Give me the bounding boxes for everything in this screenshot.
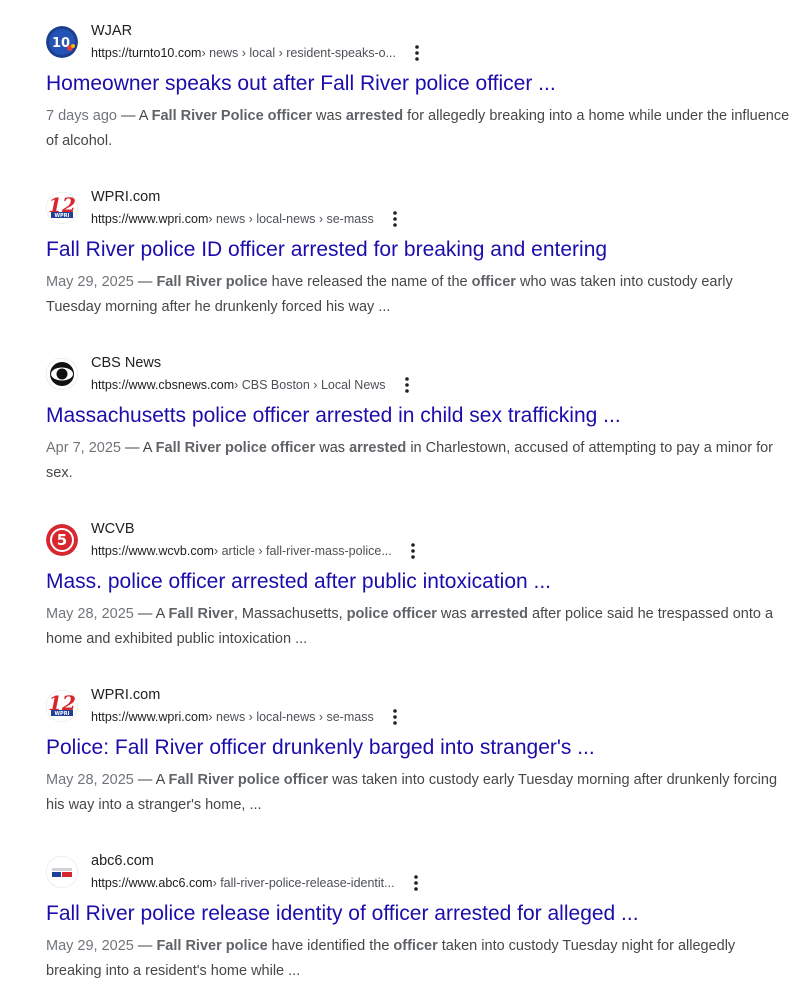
snippet-keyword: officer (393, 938, 438, 954)
wpri-12-icon: 12 WPRI (46, 690, 78, 722)
snippet-text: — A Fall River police officer was taken … (46, 772, 777, 813)
snippet-run: — A (133, 606, 169, 622)
result-source[interactable]: 12 WPRI WPRI.com https://www.wpri.com › … (46, 188, 790, 232)
site-name: WJAR (91, 23, 133, 39)
snippet-keyword: Fall River Police officer (151, 108, 312, 124)
snippet-keyword: Fall River police (156, 274, 268, 290)
site-name: CBS News (91, 355, 162, 371)
result-date: May 29, 2025 (46, 274, 134, 290)
snippet-run: — A (120, 440, 156, 456)
svg-text:WPRI: WPRI (55, 711, 70, 717)
snippet-keyword: Fall River police (156, 938, 268, 954)
url-domain: https://www.wcvb.com (91, 544, 214, 558)
search-result: abc6.com https://www.abc6.com › fall-riv… (46, 852, 790, 984)
url-path: › news › local-news › se-mass (208, 710, 374, 724)
more-options-icon[interactable] (388, 210, 402, 228)
result-source[interactable]: 10 WJAR https://turnto10.com › news › lo… (46, 22, 790, 66)
url-path: › fall-river-police-release-identit... (212, 876, 395, 890)
abc6-icon (46, 856, 78, 888)
result-source[interactable]: 12 WPRI WPRI.com https://www.wpri.com › … (46, 686, 790, 730)
url-path: › CBS Boston › Local News (234, 378, 386, 392)
snippet-run: have released the name of the (267, 274, 472, 290)
search-result: 12 WPRI WPRI.com https://www.wpri.com › … (46, 686, 790, 818)
snippet-run: was (315, 440, 350, 456)
url-domain: https://www.cbsnews.com (91, 378, 235, 392)
snippet-run: — A (133, 772, 169, 788)
snippet-keyword: Fall River (168, 606, 234, 622)
more-options-icon[interactable] (406, 542, 420, 560)
result-date: 7 days ago (46, 108, 117, 124)
result-url: https://www.wpri.com › news › local-news… (91, 708, 402, 726)
snippet-keyword: officer (471, 274, 516, 290)
site-name: WCVB (91, 521, 135, 537)
result-source[interactable]: CBS News https://www.cbsnews.com › CBS B… (46, 354, 790, 398)
search-result: CBS News https://www.cbsnews.com › CBS B… (46, 354, 790, 486)
result-source[interactable]: 5 WCVB https://www.wcvb.com › article › … (46, 520, 790, 564)
result-url: https://www.abc6.com › fall-river-police… (91, 874, 423, 892)
url-domain: https://www.wpri.com (91, 710, 209, 724)
result-snippet: May 29, 2025 — Fall River police have re… (46, 270, 790, 320)
result-url: https://www.wcvb.com › article › fall-ri… (91, 542, 420, 560)
snippet-run: have identified the (267, 938, 394, 954)
snippet-run: , Massachusetts, (233, 606, 347, 622)
result-title-link[interactable]: Fall River police release identity of of… (46, 900, 790, 928)
result-snippet: May 29, 2025 — Fall River police have id… (46, 934, 790, 984)
result-date: May 28, 2025 (46, 772, 134, 788)
snippet-keyword: Fall River police officer (155, 440, 316, 456)
result-url: https://www.cbsnews.com › CBS Boston › L… (91, 376, 414, 394)
result-source[interactable]: abc6.com https://www.abc6.com › fall-riv… (46, 852, 790, 896)
url-domain: https://turnto10.com (91, 46, 202, 60)
snippet-run: — A (116, 108, 152, 124)
result-date: May 29, 2025 (46, 938, 134, 954)
snippet-run: was (436, 606, 471, 622)
snippet-run: — (133, 938, 157, 954)
snippet-keyword: arrested (349, 440, 407, 456)
more-options-icon[interactable] (410, 44, 424, 62)
more-options-icon[interactable] (409, 874, 423, 892)
url-path: › news › local › resident-speaks-o... (201, 46, 396, 60)
snippet-run: — (133, 274, 157, 290)
wcvb-5-icon: 5 (46, 524, 78, 556)
result-url: https://www.wpri.com › news › local-news… (91, 210, 402, 228)
search-result: 5 WCVB https://www.wcvb.com › article › … (46, 520, 790, 652)
site-name: WPRI.com (91, 687, 161, 703)
snippet-text: — A Fall River, Massachusetts, police of… (46, 606, 773, 647)
result-url: https://turnto10.com › news › local › re… (91, 44, 424, 62)
url-domain: https://www.abc6.com (91, 876, 213, 890)
wpri-12-icon: 12 WPRI (46, 192, 78, 224)
result-title-link[interactable]: Homeowner speaks out after Fall River po… (46, 70, 790, 98)
result-date: Apr 7, 2025 (46, 440, 121, 456)
url-path: › news › local-news › se-mass (208, 212, 374, 226)
svg-text:5: 5 (57, 531, 67, 549)
snippet-text: — Fall River police have identified the … (46, 938, 735, 979)
result-title-link[interactable]: Fall River police ID officer arrested fo… (46, 236, 790, 264)
search-result: 10 WJAR https://turnto10.com › news › lo… (46, 22, 790, 154)
cbs-eye-icon (46, 358, 78, 390)
site-name: abc6.com (91, 853, 154, 869)
snippet-text: — A Fall River police officer was arrest… (46, 440, 773, 481)
more-options-icon[interactable] (388, 708, 402, 726)
snippet-keyword: arrested (345, 108, 404, 124)
snippet-keyword: Fall River police officer (168, 772, 329, 788)
result-title-link[interactable]: Mass. police officer arrested after publ… (46, 568, 790, 596)
result-date: May 28, 2025 (46, 606, 134, 622)
search-result: 12 WPRI WPRI.com https://www.wpri.com › … (46, 188, 790, 320)
result-snippet: Apr 7, 2025 — A Fall River police office… (46, 436, 790, 486)
url-path: › article › fall-river-mass-police... (213, 544, 392, 558)
snippet-run: was (312, 108, 346, 124)
site-name: WPRI.com (91, 189, 161, 205)
snippet-text: — Fall River police have released the na… (46, 274, 733, 315)
result-snippet: 7 days ago — A Fall River Police officer… (46, 104, 790, 154)
result-snippet: May 28, 2025 — A Fall River, Massachuset… (46, 602, 790, 652)
wjar-10-icon: 10 (46, 26, 78, 58)
svg-text:WPRI: WPRI (55, 213, 70, 219)
snippet-keyword: police officer (346, 606, 437, 622)
snippet-keyword: arrested (470, 606, 528, 622)
snippet-text: — A Fall River Police officer was arrest… (46, 108, 789, 149)
result-title-link[interactable]: Massachusetts police officer arrested in… (46, 402, 790, 430)
result-snippet: May 28, 2025 — A Fall River police offic… (46, 768, 790, 818)
result-title-link[interactable]: Police: Fall River officer drunkenly bar… (46, 734, 790, 762)
more-options-icon[interactable] (400, 376, 414, 394)
url-domain: https://www.wpri.com (91, 212, 209, 226)
